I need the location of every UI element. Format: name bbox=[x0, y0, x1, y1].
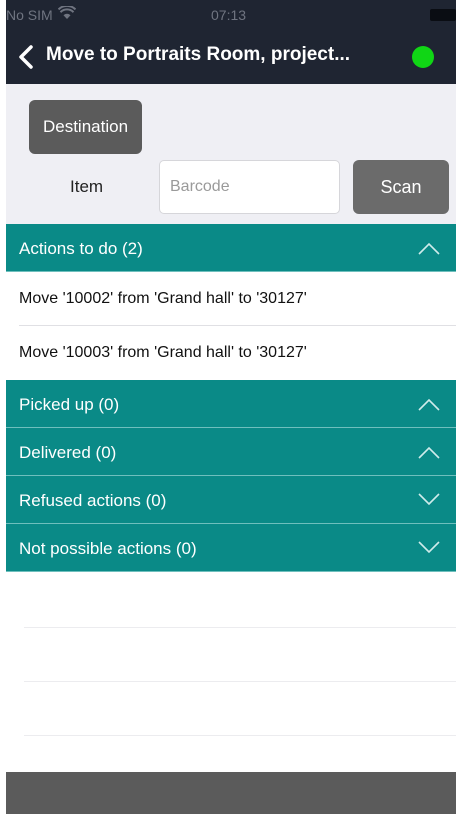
chevron-up-icon bbox=[418, 446, 440, 459]
chevron-down-icon bbox=[418, 493, 440, 506]
list-item[interactable]: Move '10002' from 'Grand hall' to '30127… bbox=[6, 272, 456, 326]
bottom-toolbar bbox=[6, 772, 456, 814]
page-title: Move to Portraits Room, project... bbox=[46, 44, 351, 65]
section-title: Not possible actions (0) bbox=[19, 539, 197, 558]
section-title: Delivered (0) bbox=[19, 443, 117, 462]
chevron-up-icon bbox=[418, 398, 440, 411]
section-header-picked-up[interactable]: Picked up (0) bbox=[6, 380, 456, 428]
row-divider bbox=[24, 627, 456, 628]
action-text: Move '10002' from 'Grand hall' to '30127… bbox=[19, 290, 307, 307]
barcode-input[interactable] bbox=[159, 160, 340, 214]
list-item[interactable]: Move '10003' from 'Grand hall' to '30127… bbox=[6, 326, 456, 380]
empty-list-area bbox=[6, 574, 456, 772]
item-label: Item bbox=[70, 177, 104, 196]
connection-status-indicator bbox=[412, 46, 434, 68]
section-title: Picked up (0) bbox=[19, 395, 120, 414]
section-header-actions-to-do[interactable]: Actions to do (2) bbox=[6, 224, 456, 272]
row-divider bbox=[24, 735, 456, 736]
action-sections: Actions to do (2) Move '10002' from 'Gra… bbox=[6, 224, 456, 572]
back-chevron-icon[interactable] bbox=[16, 44, 36, 70]
navigation-bar: Move to Portraits Room, project... bbox=[6, 30, 456, 84]
action-text: Move '10003' from 'Grand hall' to '30127… bbox=[19, 344, 307, 361]
section-title: Actions to do (2) bbox=[19, 239, 143, 258]
move-form: Destination Item Scan bbox=[6, 84, 456, 224]
destination-button[interactable]: Destination bbox=[29, 100, 142, 154]
scan-button[interactable]: Scan bbox=[353, 160, 449, 214]
carrier-label: No SIM bbox=[6, 7, 53, 23]
wifi-icon bbox=[58, 6, 76, 19]
section-header-delivered[interactable]: Delivered (0) bbox=[6, 428, 456, 476]
battery-icon bbox=[430, 9, 456, 21]
clock: 07:13 bbox=[211, 7, 247, 23]
chevron-up-icon bbox=[418, 242, 440, 255]
section-title: Refused actions (0) bbox=[19, 491, 167, 510]
status-bar: No SIM 07:13 bbox=[6, 0, 456, 30]
chevron-down-icon bbox=[418, 541, 440, 554]
section-header-not-possible[interactable]: Not possible actions (0) bbox=[6, 524, 456, 572]
row-divider bbox=[24, 681, 456, 682]
section-header-refused[interactable]: Refused actions (0) bbox=[6, 476, 456, 524]
